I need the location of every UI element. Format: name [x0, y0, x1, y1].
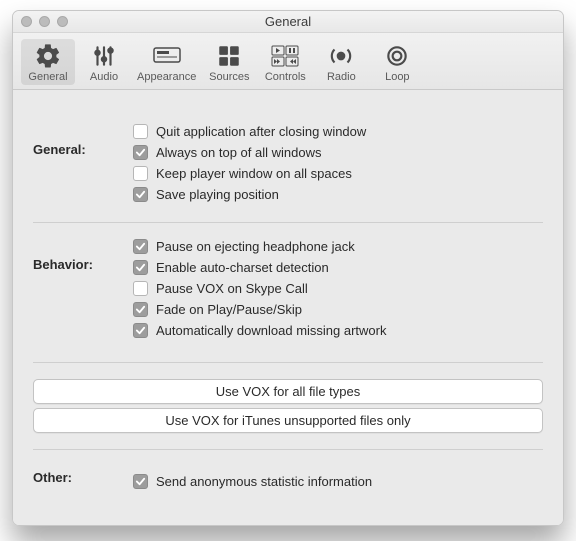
checkbox-row: Fade on Play/Pause/Skip [133, 302, 543, 317]
checkbox[interactable] [133, 187, 148, 202]
checkbox-row: Pause on ejecting headphone jack [133, 239, 543, 254]
content-pane: General: Quit application after closing … [13, 90, 563, 525]
checkbox-label: Pause VOX on Skype Call [156, 281, 308, 296]
section-heading: General: [33, 118, 133, 157]
tab-appearance[interactable]: Appearance [133, 39, 200, 85]
checkbox-row: Pause VOX on Skype Call [133, 281, 543, 296]
use-vox-itunes-button[interactable]: Use VOX for iTunes unsupported files onl… [33, 408, 543, 433]
tab-radio[interactable]: Radio [314, 39, 368, 85]
playback-controls-icon [270, 41, 300, 71]
checkbox[interactable] [133, 260, 148, 275]
checkbox-row: Automatically download missing artwork [133, 323, 543, 338]
checkbox[interactable] [133, 302, 148, 317]
section-behavior: Behavior: Pause on ejecting headphone ja… [33, 222, 543, 358]
tab-label: Loop [385, 71, 409, 83]
section-heading: Behavior: [33, 233, 133, 272]
tab-sources[interactable]: Sources [202, 39, 256, 85]
minimize-window-button[interactable] [39, 16, 50, 27]
checkbox[interactable] [133, 166, 148, 181]
preferences-window: General General Audio Appearance Sources [12, 10, 564, 526]
checkbox-row: Enable auto-charset detection [133, 260, 543, 275]
section-heading: Other: [33, 468, 133, 485]
checkbox-label: Quit application after closing window [156, 124, 366, 139]
checkbox-label: Send anonymous statistic information [156, 474, 372, 489]
gear-icon [33, 41, 63, 71]
file-type-buttons: Use VOX for all file types Use VOX for i… [33, 362, 543, 450]
checkbox[interactable] [133, 281, 148, 296]
close-window-button[interactable] [21, 16, 32, 27]
checkbox[interactable] [133, 145, 148, 160]
checkbox[interactable] [133, 323, 148, 338]
tab-label: Radio [327, 71, 356, 83]
section-other: Other: Send anonymous statistic informat… [33, 458, 543, 495]
loop-icon [382, 41, 412, 71]
appearance-icon [152, 41, 182, 71]
radio-icon [326, 41, 356, 71]
tab-controls[interactable]: Controls [258, 39, 312, 85]
tab-audio[interactable]: Audio [77, 39, 131, 85]
checkbox[interactable] [133, 239, 148, 254]
section-general: General: Quit application after closing … [33, 108, 543, 222]
tab-label: Appearance [137, 71, 196, 83]
checkbox-row: Save playing position [133, 187, 543, 202]
tab-loop[interactable]: Loop [370, 39, 424, 85]
checkbox-label: Enable auto-charset detection [156, 260, 329, 275]
checkbox-label: Fade on Play/Pause/Skip [156, 302, 302, 317]
checkbox-row: Always on top of all windows [133, 145, 543, 160]
use-vox-all-button[interactable]: Use VOX for all file types [33, 379, 543, 404]
sliders-icon [89, 41, 119, 71]
checkbox-label: Automatically download missing artwork [156, 323, 386, 338]
titlebar: General [13, 11, 563, 33]
puzzle-icon [214, 41, 244, 71]
checkbox-label: Save playing position [156, 187, 279, 202]
checkbox[interactable] [133, 474, 148, 489]
checkbox-row: Quit application after closing window [133, 124, 543, 139]
preferences-toolbar: General Audio Appearance Sources Control… [13, 33, 563, 90]
checkbox-row: Keep player window on all spaces [133, 166, 543, 181]
checkbox-label: Pause on ejecting headphone jack [156, 239, 355, 254]
checkbox-row: Send anonymous statistic information [133, 474, 543, 489]
window-title: General [13, 14, 563, 29]
zoom-window-button[interactable] [57, 16, 68, 27]
tab-label: Audio [90, 71, 118, 83]
tab-general[interactable]: General [21, 39, 75, 85]
tab-label: General [28, 71, 67, 83]
window-controls [21, 16, 68, 27]
tab-label: Controls [265, 71, 306, 83]
tab-label: Sources [209, 71, 249, 83]
checkbox-label: Always on top of all windows [156, 145, 321, 160]
checkbox[interactable] [133, 124, 148, 139]
checkbox-label: Keep player window on all spaces [156, 166, 352, 181]
